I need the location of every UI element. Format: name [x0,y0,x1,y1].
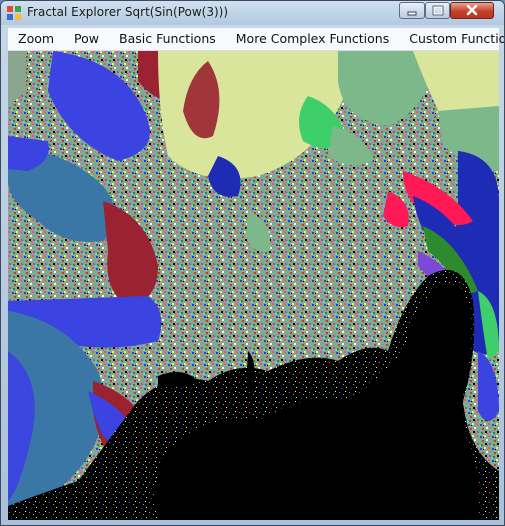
minimize-button[interactable] [399,2,425,19]
minimize-icon [407,11,417,16]
menu-custom-function[interactable]: Custom Function [399,28,504,50]
menu-more-complex-functions[interactable]: More Complex Functions [226,28,399,50]
menu-bar: Zoom Pow Basic Functions More Complex Fu… [8,28,504,51]
window-title: Fractal Explorer Sqrt(Sin(Pow(3))) [27,5,229,19]
menu-basic-functions[interactable]: Basic Functions [109,28,226,50]
maximize-button[interactable] [425,2,450,19]
fractal-image [8,51,499,520]
maximize-icon [432,5,443,16]
menu-pow[interactable]: Pow [64,28,109,50]
close-button[interactable] [450,2,494,19]
title-bar[interactable]: Fractal Explorer Sqrt(Sin(Pow(3))) [1,1,504,25]
app-window: Fractal Explorer Sqrt(Sin(Pow(3))) Zoom … [0,0,505,526]
menu-zoom[interactable]: Zoom [8,28,64,50]
fractal-canvas[interactable] [8,51,499,520]
close-icon [466,4,478,16]
app-icon [7,6,21,20]
